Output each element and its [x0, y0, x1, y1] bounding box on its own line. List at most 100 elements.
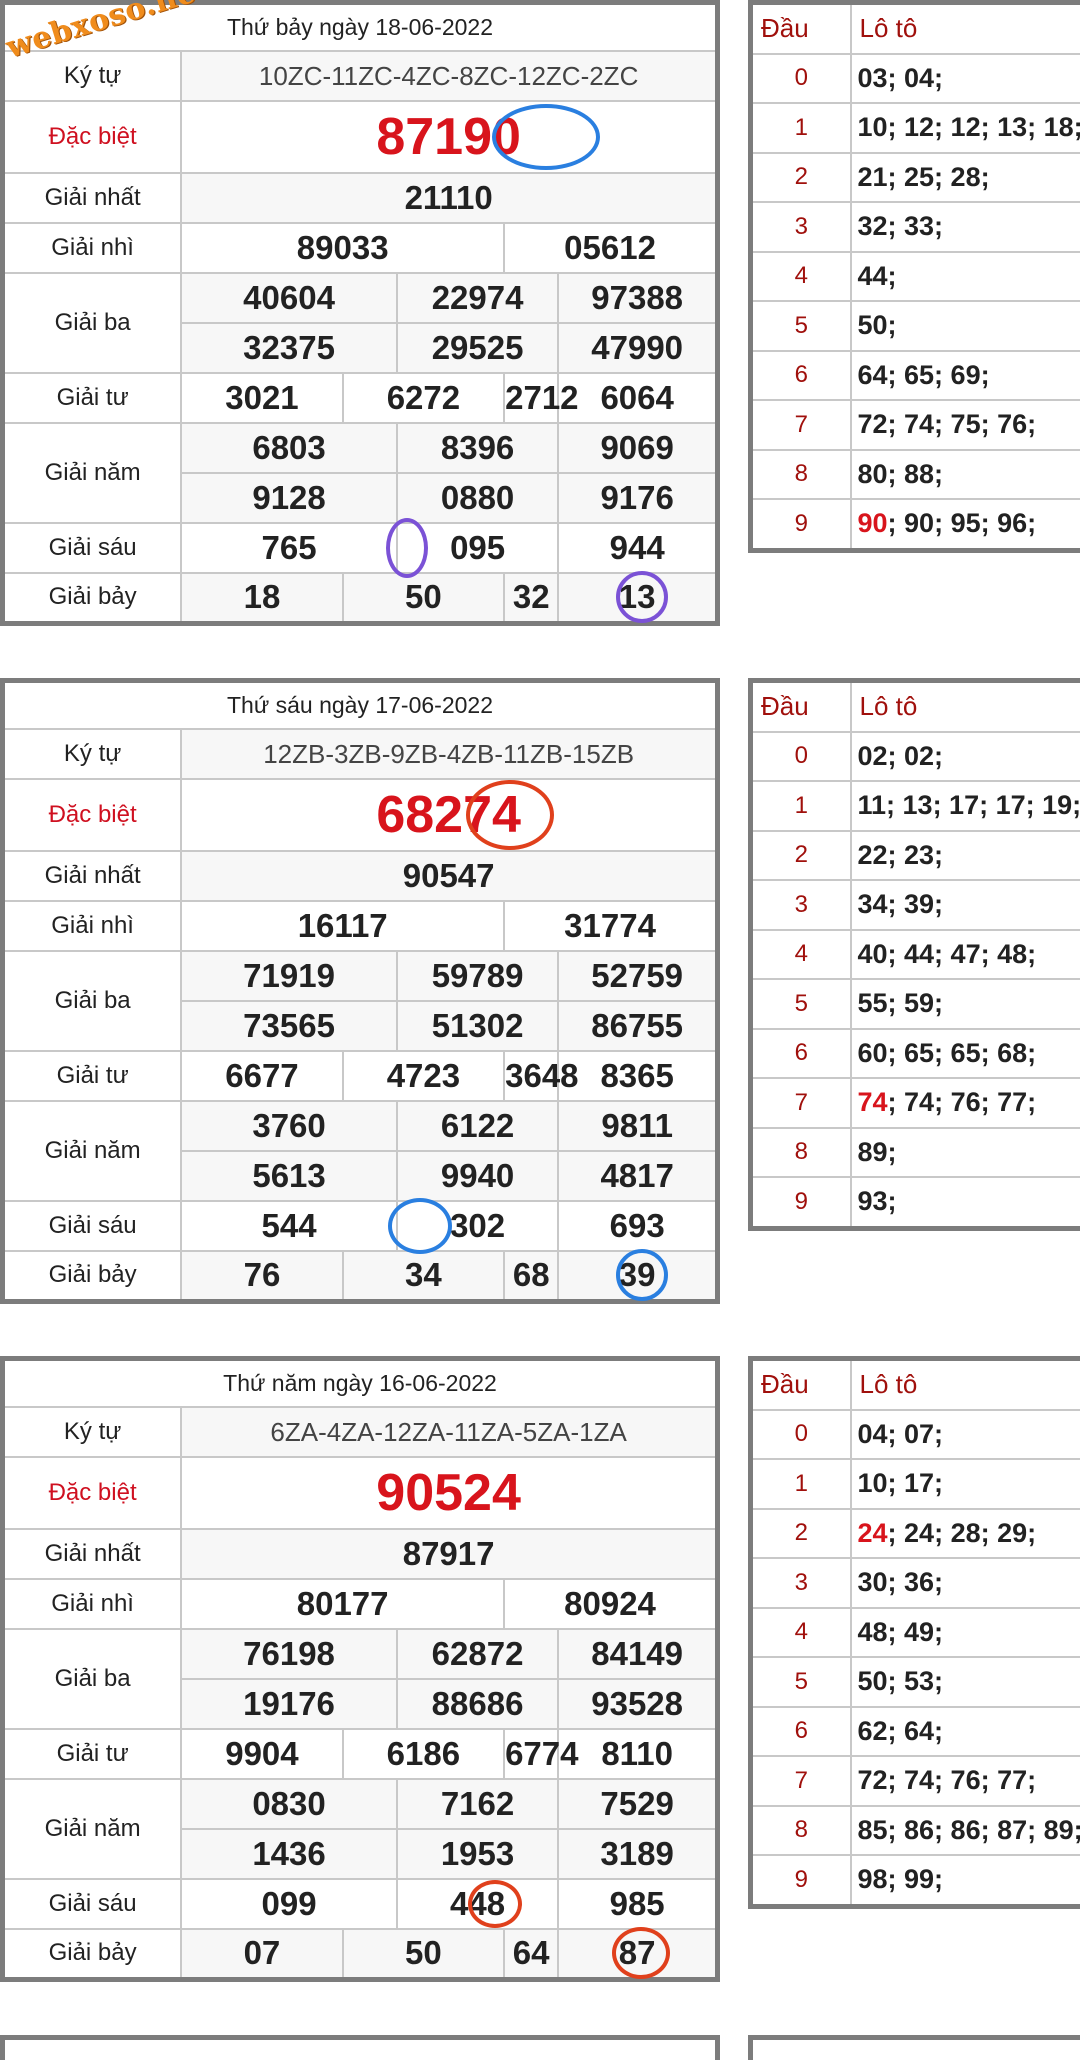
- loto-values: 32; 33;: [851, 202, 1080, 252]
- giai-nam-value: 9811: [558, 1101, 717, 1151]
- giai-bay-value: 39: [558, 1251, 717, 1301]
- giai-ba-value: 32375: [181, 323, 397, 373]
- loto-table-3: ĐầuLô tô 004; 07; 110; 17; 224; 24; 28; …: [748, 1356, 1080, 1909]
- dac-biet-value: 68274: [181, 779, 717, 851]
- loto-head-loto: Lô tô: [851, 1359, 1080, 1410]
- loto-dau: 1: [751, 1459, 851, 1509]
- loto-values: 74; 74; 76; 77;: [851, 1078, 1080, 1128]
- giai-tu-value: 6774: [504, 1729, 558, 1779]
- giai-tu-value: 6272: [343, 373, 504, 423]
- giai-ba-value: 71919: [181, 951, 397, 1001]
- loto-dau: 4: [751, 1608, 851, 1658]
- dac-biet-value: 90524: [181, 1457, 717, 1529]
- giai-nhi-value: 31774: [504, 901, 717, 951]
- loto-values: 50;: [851, 301, 1080, 351]
- loto-dau: 0: [751, 1410, 851, 1460]
- label-dac-biet: Đặc biệt: [3, 1457, 182, 1529]
- loto-dau: 5: [751, 979, 851, 1029]
- loto-dau: 0: [751, 54, 851, 104]
- loto-values: 89;: [851, 1128, 1080, 1178]
- giai-nam-value: 9176: [558, 473, 717, 523]
- loto-dau: 3: [751, 1558, 851, 1608]
- label-giai-sau: Giải sáu: [3, 1201, 182, 1251]
- loto-dau: 1: [751, 103, 851, 153]
- giai-bay-value: 13: [558, 573, 717, 623]
- giai-nhi-value: 80924: [504, 1579, 717, 1629]
- loto-values: 93;: [851, 1177, 1080, 1228]
- loto-values: 85; 86; 86; 87; 89;: [851, 1806, 1080, 1856]
- loto-values: 60; 65; 65; 68;: [851, 1029, 1080, 1079]
- giai-bay-value: 32: [504, 573, 558, 623]
- giai-bay-value: 07: [181, 1929, 342, 1979]
- giai-sau-value: 095: [397, 523, 558, 573]
- giai-ba-value: 62872: [397, 1629, 558, 1679]
- giai-nam-value: 7529: [558, 1779, 717, 1829]
- giai-bay-value: 68: [504, 1251, 558, 1301]
- giai-nhi-value: 80177: [181, 1579, 504, 1629]
- loto-values: 48; 49;: [851, 1608, 1080, 1658]
- loto-values: 10; 12; 12; 13; 18;: [851, 103, 1080, 153]
- loto-dau: 2: [751, 153, 851, 203]
- label-giai-nam: Giải năm: [3, 1101, 182, 1201]
- loto-values: 11; 13; 17; 17; 19;: [851, 781, 1080, 831]
- loto-dau: 4: [751, 252, 851, 302]
- loto-dau: 7: [751, 1756, 851, 1806]
- loto-values: 21; 25; 28;: [851, 153, 1080, 203]
- giai-nam-value: 9940: [397, 1151, 558, 1201]
- giai-nam-value: 4817: [558, 1151, 717, 1201]
- loto-dau: 9: [751, 1177, 851, 1228]
- giai-nam-value: 6122: [397, 1101, 558, 1151]
- loto-dau: 7: [751, 1078, 851, 1128]
- giai-nhat-value: 21110: [181, 173, 717, 223]
- label-ky-tu: Ký tự: [3, 729, 182, 779]
- result-table-1: Thứ bảy ngày 18-06-2022 Ký tự10ZC-11ZC-4…: [0, 0, 720, 626]
- loto-head-loto: Lô tô: [851, 3, 1080, 54]
- loto-values: 64; 65; 69;: [851, 351, 1080, 401]
- giai-nam-value: 0880: [397, 473, 558, 523]
- loto-values: 02; 02;: [851, 732, 1080, 782]
- loto-values: 03; 04;: [851, 54, 1080, 104]
- loto-values: 10; 17;: [851, 1459, 1080, 1509]
- label-giai-bay: Giải bảy: [3, 573, 182, 623]
- loto-dau: 2: [751, 1509, 851, 1559]
- giai-nam-value: 0830: [181, 1779, 397, 1829]
- giai-nam-value: 9128: [181, 473, 397, 523]
- giai-ba-value: 51302: [397, 1001, 558, 1051]
- label-giai-sau: Giải sáu: [3, 523, 182, 573]
- loto-dau: 5: [751, 1657, 851, 1707]
- loto-dau: 9: [751, 499, 851, 550]
- loto-values: 90; 90; 95; 96;: [851, 499, 1080, 550]
- giai-tu-value: 6677: [181, 1051, 342, 1101]
- giai-nhi-value: 89033: [181, 223, 504, 273]
- giai-bay-value: 76: [181, 1251, 342, 1301]
- giai-nhi-value: 05612: [504, 223, 717, 273]
- giai-bay-value: 50: [343, 1929, 504, 1979]
- result-table-2: Thứ sáu ngày 17-06-2022 Ký tự12ZB-3ZB-9Z…: [0, 678, 720, 1304]
- loto-values: 98; 99;: [851, 1855, 1080, 1906]
- giai-tu-value: 2712: [504, 373, 558, 423]
- loto-dau: 6: [751, 1707, 851, 1757]
- giai-sau-value: 544: [181, 1201, 397, 1251]
- loto-values: 40; 44; 47; 48;: [851, 930, 1080, 980]
- label-giai-bay: Giải bảy: [3, 1929, 182, 1979]
- label-giai-ba: Giải ba: [3, 273, 182, 373]
- giai-nam-value: 3189: [558, 1829, 717, 1879]
- loto-dau: 8: [751, 1128, 851, 1178]
- loto-dau: 2: [751, 831, 851, 881]
- loto-dau: 3: [751, 880, 851, 930]
- result-table-3: Thứ năm ngày 16-06-2022 Ký tự6ZA-4ZA-12Z…: [0, 1356, 720, 1982]
- loto-dau: 0: [751, 732, 851, 782]
- loto-dau: 3: [751, 202, 851, 252]
- giai-ba-value: 52759: [558, 951, 717, 1001]
- loto-values: 44;: [851, 252, 1080, 302]
- label-dac-biet: Đặc biệt: [3, 101, 182, 173]
- giai-sau-value: 099: [181, 1879, 397, 1929]
- giai-tu-value: 3021: [181, 373, 342, 423]
- giai-nhi-value: 16117: [181, 901, 504, 951]
- giai-ba-value: 19176: [181, 1679, 397, 1729]
- loto-values: 62; 64;: [851, 1707, 1080, 1757]
- loto-dau: 6: [751, 351, 851, 401]
- giai-nam-value: 9069: [558, 423, 717, 473]
- label-giai-tu: Giải tư: [3, 1051, 182, 1101]
- highlight-circle: [388, 1198, 452, 1254]
